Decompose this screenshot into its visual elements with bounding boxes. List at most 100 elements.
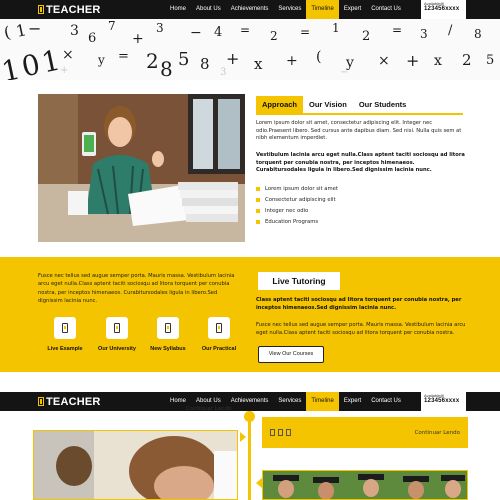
feature-live-example[interactable]: Live Example	[40, 317, 90, 352]
nav-item-home[interactable]: Home	[165, 0, 191, 19]
nav-item-achievements[interactable]: Achievements	[226, 0, 274, 19]
mobile-icon	[270, 429, 275, 436]
bullet-icon	[256, 208, 260, 213]
nav-item-timeline[interactable]: Timeline	[306, 392, 339, 411]
tab-our-students[interactable]: Our Students	[353, 96, 413, 113]
nav-item-contact-us[interactable]: Contact Us	[366, 0, 406, 19]
brand-name: TEACHER	[46, 3, 101, 16]
timeline-axis	[248, 411, 251, 500]
hero-glyph: +	[406, 51, 420, 70]
brand-name: TEACHER	[46, 395, 101, 408]
feature-our-practical[interactable]: Our Practical	[194, 317, 244, 352]
feature-label: Live Example	[47, 346, 83, 352]
hero-glyph: 8	[200, 55, 210, 73]
timeline-photo-right	[262, 470, 468, 500]
hero-glyph: ×	[62, 47, 74, 63]
continue-reading-link[interactable]: Continuar Lendo	[415, 430, 460, 436]
brand-logo[interactable]: TEACHER	[38, 4, 101, 16]
mobile-icon	[114, 323, 120, 333]
hero-glyph: 3	[70, 23, 79, 39]
list-item: Consectetur adipiscing elit	[256, 194, 338, 205]
nav-item-expert[interactable]: Expert	[339, 392, 366, 411]
sticky-navbar: TEACHER Home About Us Achievements Servi…	[0, 392, 500, 411]
feature-our-university[interactable]: Our University	[92, 317, 142, 352]
availability-box[interactable]: Available@ 123456xxxx	[421, 0, 466, 19]
hero-glyph: +	[60, 65, 69, 76]
hero-glyph: =	[118, 49, 129, 64]
feature-label: Our University	[98, 346, 136, 352]
approach-bold-paragraph: Vestibulum lacinia arcu eget nulla.Class…	[256, 152, 465, 174]
tutoring-left-paragraph: Fusce nec tellus sed augue semper porta.…	[38, 273, 235, 305]
list-item: Lorem ipsum dolor sit amet	[256, 183, 338, 194]
hero-glyph: x	[254, 55, 263, 73]
hero-glyph: 3	[220, 67, 227, 78]
hero-glyph: ×	[378, 53, 390, 69]
hero-glyph: −	[28, 19, 42, 38]
hero-glyph: =	[300, 25, 311, 39]
hero-glyph: 2	[362, 29, 371, 44]
tab-underline	[256, 113, 463, 115]
hero-glyph: 2	[270, 29, 278, 43]
hero-glyph: 4	[214, 25, 223, 40]
hero-glyph: x	[434, 53, 442, 69]
feature-label: Our Practical	[201, 346, 237, 352]
hero-glyph: 6	[88, 31, 97, 46]
brand-logo[interactable]: TEACHER	[38, 396, 101, 408]
hero-glyph: 3	[420, 27, 428, 41]
hero-glyph: 2	[146, 49, 159, 73]
list-item: Integer nec odio	[256, 205, 338, 216]
hero-glyph: 5	[178, 49, 190, 70]
approach-bullet-list: Lorem ipsum dolor sit amet Consectetur a…	[256, 183, 338, 227]
nav-item-contact-us[interactable]: Contact Us	[366, 392, 406, 411]
feature-new-syllabus[interactable]: New Syllabus	[143, 317, 193, 352]
mobile-icon	[278, 429, 283, 436]
hero-glyph: −	[340, 67, 349, 78]
hero-glyph: y	[98, 53, 105, 67]
hero-glyph: +	[286, 53, 298, 69]
tutoring-bold-paragraph: Class aptent taciti sociosqu ad litora t…	[256, 297, 462, 312]
nav-item-about-us[interactable]: About Us	[191, 0, 226, 19]
availability-box[interactable]: Available@ 123456xxxx	[421, 392, 466, 411]
book-icon	[38, 5, 44, 14]
hero-glyph: 1	[332, 21, 340, 35]
live-tutoring-title: Live Tutoring	[258, 272, 340, 290]
mobile-icon	[286, 429, 291, 436]
hero-glyph: 8	[474, 27, 482, 41]
hero-glyph: 3	[156, 21, 164, 35]
timeline-arrow	[240, 432, 246, 442]
nav-item-services[interactable]: Services	[273, 0, 306, 19]
nav-item-services[interactable]: Services	[273, 392, 306, 411]
continue-reading-link[interactable]: Continuar Lendo	[186, 406, 231, 412]
hero-glyph: (	[2, 22, 13, 43]
top-navbar: TEACHER Home About Us Achievements Servi…	[0, 0, 500, 19]
tab-approach[interactable]: Approach	[256, 96, 304, 113]
hero-glyph: 5	[486, 53, 495, 68]
view-courses-button[interactable]: View Our Courses	[258, 346, 324, 363]
nav-item-achievements[interactable]: Achievements	[226, 392, 274, 411]
students-studying-image	[34, 431, 237, 499]
nav-item-timeline[interactable]: Timeline	[306, 0, 339, 19]
bullet-icon	[256, 219, 260, 224]
hero-glyph: +	[226, 49, 240, 68]
timeline-card-icons	[270, 429, 291, 436]
book-icon	[38, 397, 44, 406]
hero-glyph: (	[316, 49, 322, 65]
nav-menu: Home About Us Achievements Services Time…	[165, 0, 406, 19]
hero-glyph: /	[448, 23, 453, 38]
approach-paragraph: Lorem ipsum dolor sit amet, consectetur …	[256, 120, 462, 142]
graduates-image	[263, 471, 467, 499]
nav-item-expert[interactable]: Expert	[339, 0, 366, 19]
bullet-icon	[256, 186, 260, 191]
phone-number[interactable]: 123456xxxx	[424, 6, 463, 12]
timeline-dot	[244, 411, 255, 422]
hero-glyph: 2	[462, 51, 472, 69]
hero-glyph: =	[392, 23, 403, 37]
hero-glyph: 8	[160, 57, 173, 80]
phone-number[interactable]: 123456xxxx	[424, 398, 463, 404]
hero-glyph: +	[132, 31, 144, 47]
tab-our-vision[interactable]: Our Vision	[303, 96, 353, 113]
hero-glyph: 7	[108, 19, 116, 33]
feature-label: New Syllabus	[150, 346, 186, 352]
hero-glyph: 1	[14, 20, 29, 41]
timeline-card: Continuar Lendo	[262, 417, 468, 448]
